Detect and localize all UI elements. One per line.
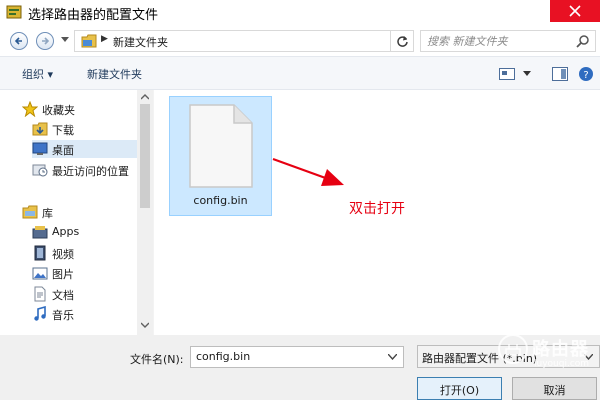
documents-icon xyxy=(34,286,46,302)
sidebar-item-music[interactable]: 音乐 xyxy=(32,305,132,323)
address-bar[interactable]: ▶ 新建文件夹 xyxy=(74,30,414,52)
close-icon xyxy=(569,5,581,17)
navigation-pane: 收藏夹 下载 桌面 最近访问的位置 库 Apps 视频 图片 文档 音乐 xyxy=(0,90,153,335)
sidebar-item-label: Apps xyxy=(52,225,80,238)
navigation-bar: ▶ 新建文件夹 xyxy=(0,26,600,56)
watermark-router-icon xyxy=(505,344,521,356)
new-folder-button[interactable]: 新建文件夹 xyxy=(87,66,142,82)
close-button[interactable] xyxy=(550,0,600,22)
sidebar-item-pictures[interactable]: 图片 xyxy=(32,264,132,282)
command-toolbar: 组织 ▾ 新建文件夹 ? xyxy=(0,56,600,90)
search-input[interactable] xyxy=(427,33,567,49)
library-icon xyxy=(22,205,38,219)
scroll-up-icon[interactable] xyxy=(141,94,149,100)
filename-value: config.bin xyxy=(196,350,251,363)
sidebar-item-documents[interactable]: 文档 xyxy=(32,285,132,303)
navigation-pane-scrollbar[interactable] xyxy=(137,90,153,335)
sidebar-item-downloads[interactable]: 下载 xyxy=(32,120,132,138)
title-bar: 选择路由器的配置文件 xyxy=(0,0,600,26)
window-title: 选择路由器的配置文件 xyxy=(28,8,159,23)
sidebar-item-favorites[interactable]: 收藏夹 xyxy=(22,100,132,118)
recent-locations-dropdown[interactable] xyxy=(61,37,69,43)
sidebar-item-label: 收藏夹 xyxy=(42,104,75,117)
svg-text:?: ? xyxy=(583,70,588,81)
folder-icon xyxy=(81,34,97,48)
watermark-url: luyouqi.com xyxy=(534,359,590,369)
sidebar-item-label: 桌面 xyxy=(52,144,74,157)
scroll-down-icon[interactable] xyxy=(141,322,149,328)
watermark-logo xyxy=(498,334,528,364)
recent-places-icon xyxy=(32,164,48,177)
back-arrow-icon xyxy=(14,37,22,45)
video-icon xyxy=(34,245,46,261)
cancel-button-label: 取消 xyxy=(543,384,566,397)
refresh-icon xyxy=(397,36,408,47)
star-icon xyxy=(22,101,38,117)
back-button[interactable] xyxy=(10,32,28,50)
sidebar-item-label: 图片 xyxy=(52,268,74,281)
sidebar-item-desktop[interactable]: 桌面 xyxy=(32,140,137,158)
music-icon xyxy=(34,306,46,321)
apps-icon xyxy=(32,226,48,239)
filename-label: 文件名(N): xyxy=(130,353,184,366)
watermark-text: 路由器 xyxy=(532,339,589,360)
download-folder-icon xyxy=(32,122,48,136)
file-icon xyxy=(189,104,253,188)
search-box[interactable] xyxy=(420,30,596,52)
search-icon[interactable] xyxy=(576,35,589,48)
scrollbar-thumb[interactable] xyxy=(140,104,150,208)
sidebar-item-apps[interactable]: Apps xyxy=(32,223,132,241)
breadcrumb-current-folder[interactable]: 新建文件夹 xyxy=(113,34,168,50)
filename-dropdown-icon[interactable] xyxy=(388,354,397,360)
file-item-config[interactable]: config.bin xyxy=(169,96,272,216)
breadcrumb-separator-icon[interactable]: ▶ xyxy=(101,34,108,44)
sidebar-item-label: 下载 xyxy=(52,124,74,137)
refresh-button[interactable] xyxy=(390,30,414,52)
view-options-dropdown-icon[interactable] xyxy=(523,71,531,76)
forward-arrow-icon xyxy=(42,37,50,45)
sidebar-item-libraries[interactable]: 库 xyxy=(22,203,132,221)
sidebar-item-label: 视频 xyxy=(52,248,74,261)
organize-button[interactable]: 组织 ▾ xyxy=(22,66,53,82)
sidebar-item-label: 库 xyxy=(42,207,53,220)
open-button-label: 打开(O) xyxy=(439,384,480,397)
router-config-app-icon xyxy=(6,5,22,19)
open-button[interactable]: 打开(O) xyxy=(417,377,502,400)
change-view-icon[interactable] xyxy=(499,68,515,80)
filename-input[interactable]: config.bin xyxy=(190,346,404,368)
sidebar-item-videos[interactable]: 视频 xyxy=(32,244,132,262)
sidebar-item-label: 文档 xyxy=(52,289,74,302)
help-icon[interactable]: ? xyxy=(578,66,594,82)
file-name: config.bin xyxy=(193,194,248,207)
forward-button[interactable] xyxy=(36,32,54,50)
sidebar-item-label: 音乐 xyxy=(52,309,74,322)
preview-pane-icon[interactable] xyxy=(552,67,568,81)
file-list-area: config.bin 双击打开 xyxy=(154,90,600,335)
cancel-button[interactable]: 取消 xyxy=(512,377,597,400)
annotation-arrow-icon xyxy=(272,157,344,186)
annotation-text: 双击打开 xyxy=(349,201,405,217)
sidebar-item-recent-places[interactable]: 最近访问的位置 xyxy=(32,161,137,179)
sidebar-item-label: 最近访问的位置 xyxy=(52,165,129,178)
desktop-icon xyxy=(32,142,48,155)
pictures-icon xyxy=(32,267,48,280)
